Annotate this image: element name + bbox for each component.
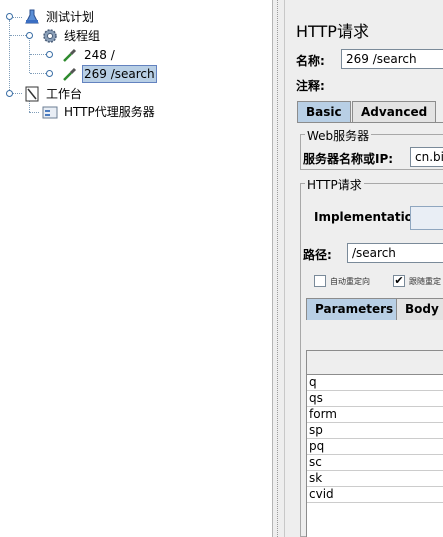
expand-toggle-icon[interactable] <box>26 32 33 39</box>
name-field[interactable]: 269 /search <box>341 49 443 69</box>
follow-redirect-checkbox[interactable]: ✔ <box>393 275 405 287</box>
comment-label: 注释: <box>296 79 325 93</box>
implementation-select[interactable] <box>410 206 443 230</box>
tree-node-label: 线程组 <box>64 29 101 43</box>
tree-node-label: 工作台 <box>46 87 83 101</box>
test-plan-icon <box>24 9 40 25</box>
proxy-server-icon <box>42 104 58 120</box>
tab-body-data[interactable]: Body D <box>396 298 443 320</box>
name-label: 名称: <box>296 54 325 68</box>
panel-splitter[interactable] <box>273 0 285 537</box>
table-row[interactable]: qs <box>307 391 443 407</box>
tree-connector <box>29 112 39 113</box>
tree-connector <box>9 20 10 96</box>
table-row[interactable]: cvid <box>307 487 443 503</box>
splitter-grip <box>277 0 279 537</box>
tab-advanced[interactable]: Advanced <box>352 101 437 123</box>
tab-parameters[interactable]: Parameters <box>306 298 403 320</box>
tree-node-workbench[interactable]: 工作台 <box>24 85 84 103</box>
table-row[interactable]: sc <box>307 455 443 471</box>
tree-node-http-sampler-selected[interactable]: 269 /search <box>62 65 157 83</box>
expand-toggle-icon[interactable] <box>6 13 13 20</box>
server-field[interactable]: cn.bin <box>410 147 443 167</box>
tree-connector <box>29 38 30 73</box>
http-request-panel: HTTP请求 名称: 269 /search 注释: Basic Advance… <box>286 0 443 537</box>
expand-toggle-icon[interactable] <box>46 51 53 58</box>
tab-divider <box>297 122 443 123</box>
path-field[interactable]: /search <box>347 243 443 263</box>
tab-basic[interactable]: Basic <box>297 101 351 123</box>
thread-group-gear-icon <box>42 28 58 44</box>
tree-node-label: 测试计划 <box>46 10 95 24</box>
follow-redirect-label: 跟随重定 <box>409 277 441 286</box>
tree-node-thread-group[interactable]: 线程组 <box>42 27 102 45</box>
tree-node-label: 269 /search <box>82 65 157 83</box>
workbench-clipboard-icon <box>24 86 40 102</box>
parameters-table[interactable]: q qs form sp pq sc sk cvid <box>306 350 443 537</box>
table-row[interactable]: q <box>307 375 443 391</box>
tree-node-http-proxy[interactable]: HTTP代理服务器 <box>42 103 157 121</box>
table-header <box>307 351 443 375</box>
page-title: HTTP请求 <box>296 22 369 41</box>
tree-node-http-sampler[interactable]: 248 / <box>62 46 117 64</box>
http-sampler-pipette-icon <box>62 47 78 63</box>
server-label: 服务器名称或IP: <box>303 152 394 166</box>
comment-field[interactable] <box>341 75 443 95</box>
http-sampler-pipette-icon <box>62 66 78 82</box>
web-server-group-title: Web服务器 <box>305 127 372 144</box>
tree-node-label: 248 / <box>84 48 115 62</box>
auto-redirect-label: 自动重定向 <box>330 277 370 286</box>
table-row[interactable]: form <box>307 407 443 423</box>
path-label: 路径: <box>303 248 332 262</box>
expand-toggle-icon[interactable] <box>46 70 53 77</box>
table-row[interactable]: sp <box>307 423 443 439</box>
table-row[interactable]: sk <box>307 471 443 487</box>
auto-redirect-checkbox[interactable] <box>314 275 326 287</box>
expand-toggle-icon[interactable] <box>6 90 13 97</box>
table-row[interactable]: pq <box>307 439 443 455</box>
test-plan-tree[interactable]: 测试计划 线程组 248 / 269 /search 工作台 HTTP代理服务器 <box>0 0 273 537</box>
jmeter-window: 测试计划 线程组 248 / 269 /search 工作台 HTTP代理服务器… <box>0 0 443 537</box>
tree-node-label: HTTP代理服务器 <box>64 105 155 119</box>
tree-node-test-plan[interactable]: 测试计划 <box>24 8 96 26</box>
http-request-group-title: HTTP请求 <box>305 176 364 193</box>
